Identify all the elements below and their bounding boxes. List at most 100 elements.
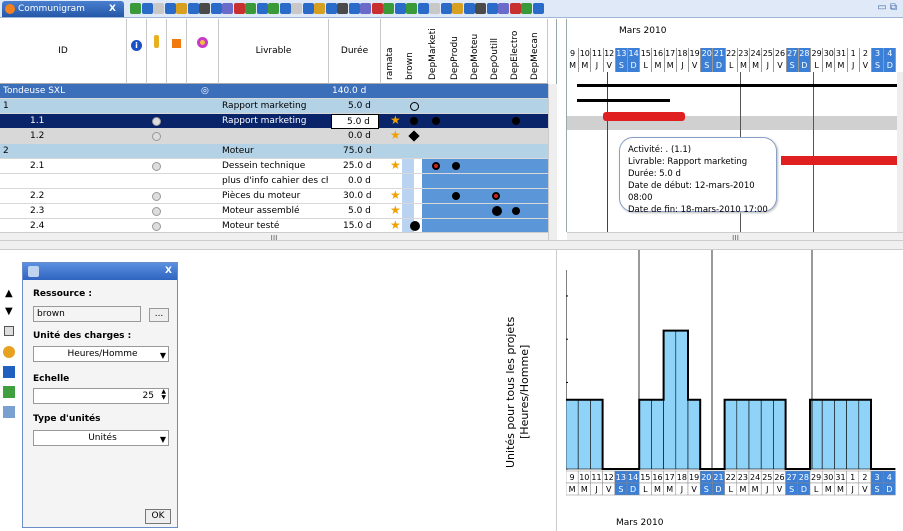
table-row[interactable]: 2 Moteur 75.0 d [0,144,548,159]
toolbar-icon[interactable] [406,3,417,14]
star-icon: ★ [390,113,401,127]
chart-icon[interactable] [3,366,15,378]
header-livrable[interactable]: Livrable [219,19,329,84]
table-row[interactable]: 2.3 Moteur assemblé 5.0 d ★ [0,203,548,219]
stepper-arrows-icon[interactable]: ▲ ▼ [161,389,166,401]
status-circle [152,162,161,171]
table-row[interactable]: 1 Rapport marketing 5.0 d [0,99,548,114]
toolbar-icon[interactable] [256,3,268,14]
gantt-day-label: 18 [677,48,689,60]
table-vertical-scrollbar[interactable] [548,84,557,244]
toolbar-icon[interactable] [222,3,233,14]
toolbar-icon[interactable] [452,3,463,14]
traffic-light-icon[interactable] [147,19,167,84]
header-duree[interactable]: Durée [329,19,381,84]
toolbar-icon[interactable] [498,3,509,14]
toolbar-icon[interactable] [383,3,394,14]
type-select[interactable]: Unités ▼ [33,430,169,446]
table-row[interactable]: plus d'info cahier des cha... 0.0 d [0,174,548,189]
toolbar-icon[interactable] [130,3,141,14]
table-row[interactable]: 2.2 Pièces du moteur 30.0 d ★ [0,188,548,204]
toolbar-icon[interactable] [153,3,164,14]
toolbar-icon[interactable] [429,3,440,14]
x-tick-label: 19 [689,473,699,482]
tab-communigram[interactable]: Communigram X [2,1,124,17]
toolbar-icon[interactable] [279,3,291,14]
x-weekday-label: M [752,485,759,494]
gantt-task-bar[interactable] [603,112,685,121]
header-id[interactable]: ID [0,19,127,84]
resource-depmoteur[interactable]: DepMoteu [470,22,481,80]
toolbar-icon[interactable] [187,3,199,14]
toolbar-icon[interactable] [417,3,429,14]
gantt-vertical-scrollbar[interactable] [897,72,903,232]
cube-icon[interactable] [167,19,187,84]
resource-depproduction[interactable]: DepProdu [450,22,461,80]
toolbar-icon[interactable] [141,3,153,14]
target-icon[interactable] [187,19,219,84]
gantt-weekday-label: L [811,60,824,72]
close-tab-button[interactable]: X [109,1,116,17]
wrench-icon[interactable] [3,406,15,418]
resource-depmarketing[interactable]: DepMarketi [428,22,439,80]
x-weekday-label: M [581,485,588,494]
info-icon[interactable]: i [127,19,147,84]
toolbar-icon[interactable] [463,3,475,14]
table-row[interactable]: 2.1 Dessein technique 25.0 d ★ [0,158,548,174]
arrow-up-icon[interactable]: ▲ [5,288,13,299]
toolbar-icon[interactable] [532,3,544,14]
toolbar-icon[interactable] [164,3,176,14]
resource-ramata[interactable]: ramata [385,22,396,80]
window-icon[interactable] [4,326,14,336]
toolbar-icon[interactable] [314,3,325,14]
ok-button[interactable]: OK [145,509,171,524]
chevron-down-icon: ▼ [159,351,166,360]
splitter[interactable] [0,240,903,250]
toolbar-icon[interactable] [291,3,302,14]
gantt-task-bar[interactable] [781,156,897,165]
window-buttons[interactable]: ▭ ⧉ [877,2,897,13]
resource-brown[interactable]: brown [405,22,416,80]
toolbar-icon[interactable] [210,3,222,14]
arrow-down-icon[interactable]: ▼ [5,306,13,317]
wand-icon[interactable] [3,386,15,398]
histogram-bar [858,399,872,470]
x-tick-label: 22 [726,473,736,482]
toolbar-icon[interactable] [440,3,452,14]
table-row[interactable]: Tondeuse SXL ◎ 140.0 d [0,84,548,99]
toolbar-icon[interactable] [325,3,337,14]
toolbar-icon[interactable] [233,3,245,14]
toolbar-icon[interactable] [360,3,371,14]
x-tick-label: 26 [774,473,784,482]
gantt-day-label: 16 [652,48,665,60]
toolbar-icon[interactable] [199,3,210,14]
echelle-stepper[interactable]: 25 ▲ ▼ [33,388,169,404]
toolbar-icon[interactable] [509,3,521,14]
resource-icon[interactable] [3,346,15,358]
toolbar-icon[interactable] [245,3,256,14]
table-row-selected[interactable]: 1.1 Rapport marketing 5.0 d ★ [0,113,548,129]
gantt-day-label: 29 [811,48,824,60]
toolbar-icon[interactable] [268,3,279,14]
toolbar-icon[interactable] [371,3,383,14]
toolbar-icon[interactable] [486,3,498,14]
toolbar-icon[interactable] [337,3,348,14]
toolbar-icon[interactable] [302,3,314,14]
gantt-day-label: 19 [689,48,702,60]
resource-depelectro[interactable]: DepElectro [510,22,521,80]
ressource-field[interactable]: brown [33,306,141,322]
browse-button[interactable]: ... [149,308,169,322]
unite-select[interactable]: Heures/Homme ▼ [33,346,169,362]
resource-depmecanique[interactable]: DepMecan [530,22,541,80]
toolbar-icon[interactable] [521,3,532,14]
toolbar-icon[interactable] [176,3,187,14]
assignment-dot [452,192,460,200]
duree-edit-field[interactable]: 5.0 d [331,114,379,129]
toolbar-icon[interactable] [394,3,406,14]
table-row[interactable]: 1.2 0.0 d ★ [0,128,548,144]
panel-close-button[interactable]: X [165,266,172,276]
resource-depoutillage[interactable]: DepOutill [490,22,501,80]
toolbar-icon[interactable] [475,3,486,14]
toolbar-icon[interactable] [348,3,360,14]
x-weekday-label: L [814,485,819,494]
